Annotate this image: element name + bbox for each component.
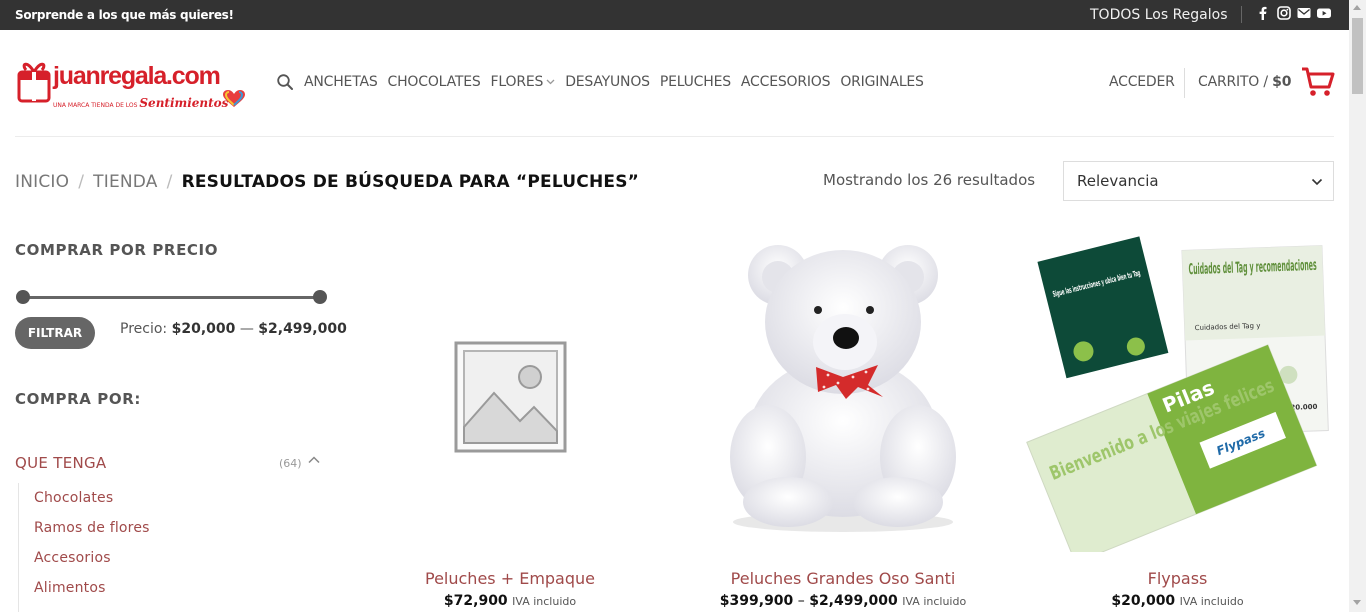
login-link[interactable]: ACCEDER — [1109, 74, 1175, 90]
instagram-icon[interactable] — [1277, 6, 1291, 20]
category-count: (64) — [279, 457, 302, 470]
gift-box-icon — [17, 62, 51, 103]
orderby-value: Relevancia — [1077, 172, 1159, 190]
cart-separator: / — [1263, 74, 1268, 90]
youtube-icon[interactable] — [1317, 6, 1331, 20]
cart-total: $0 — [1272, 74, 1292, 90]
price-prefix: Precio: — [120, 321, 168, 337]
product-name[interactable]: Peluches Grandes Oso Santi — [700, 569, 986, 588]
nav-item-anchetas[interactable]: ANCHETAS — [304, 74, 378, 90]
category-que-tenga[interactable]: QUE TENGA — [15, 454, 106, 472]
logo-tagline-prefix: UNA MARCA TIENDA DE LOS — [53, 102, 138, 109]
header-divider-line — [15, 136, 1334, 137]
scroll-up-arrow[interactable] — [1353, 5, 1361, 10]
cart-label: CARRITO — [1198, 74, 1260, 90]
search-icon[interactable] — [277, 74, 293, 90]
tax-note: IVA incluido — [512, 595, 577, 608]
price-filter-title: COMPRAR POR PRECIO — [15, 241, 219, 259]
price-max: $2,499,000 — [809, 593, 898, 609]
nav-item-originales[interactable]: ORIGINALES — [840, 74, 924, 90]
breadcrumb-divider: / — [78, 172, 85, 192]
teddy-bear-image[interactable] — [718, 237, 968, 537]
price-value: $399,900 — [719, 593, 794, 609]
chevron-down-icon — [1311, 178, 1323, 186]
price-slider-max-handle[interactable] — [313, 290, 327, 304]
price-value: $72,900 — [443, 593, 508, 609]
product-name[interactable]: Peluches + Empaque — [380, 569, 640, 588]
nav-item-chocolates[interactable]: CHOCOLATES — [388, 74, 481, 90]
category-accesorios[interactable]: Accesorios — [34, 550, 111, 566]
cart-link[interactable]: CARRITO / $0 — [1198, 74, 1291, 90]
chevron-down-icon — [546, 79, 555, 85]
breadcrumb-home[interactable]: INICIO — [15, 172, 69, 192]
result-count: Mostrando los 26 resultados — [823, 171, 1036, 189]
placeholder-image-icon[interactable] — [454, 341, 567, 453]
breadcrumb-current: RESULTADOS DE BÚSQUEDA PARA “PELUCHES” — [181, 172, 640, 192]
header-divider — [1184, 68, 1185, 98]
breadcrumb-divider: / — [166, 172, 173, 192]
main-nav: ANCHETAS CHOCOLATES FLORES DESAYUNOS PEL… — [304, 74, 934, 90]
nav-item-peluches[interactable]: PELUCHES — [660, 74, 731, 90]
site-logo[interactable]: juanregala.com UNA MARCA TIENDA DE LOS S… — [17, 58, 249, 114]
price-range-label: Precio: $20,000 — $2,499,000 — [120, 321, 347, 337]
logo-brand-text: juanregala.com — [53, 62, 221, 90]
buy-by-title: COMPRA POR: — [15, 390, 141, 408]
nav-item-accesorios[interactable]: ACCESORIOS — [741, 74, 831, 90]
flypass-image[interactable]: Cuidados del Tag y recomendaciones Cuida… — [1025, 236, 1330, 552]
logo-tagline: UNA MARCA TIENDA DE LOS Sentimientos — [53, 96, 228, 110]
price-min: $20,000 — [171, 321, 236, 337]
price-slider-track[interactable] — [22, 296, 320, 299]
nav-item-desayunos[interactable]: DESAYUNOS — [565, 74, 650, 90]
nav-item-flores[interactable]: FLORES — [491, 74, 556, 90]
promo-text: Sorprende a los que más quieres! — [15, 8, 234, 22]
page-scrollbar[interactable] — [1349, 0, 1366, 612]
chevron-up-icon[interactable] — [307, 453, 321, 467]
price-slider-min-handle[interactable] — [16, 290, 30, 304]
nav-item-flores-label: FLORES — [490, 74, 544, 90]
facebook-icon[interactable] — [1256, 6, 1270, 20]
category-tree-line — [18, 483, 19, 612]
category-alimentos[interactable]: Alimentos — [34, 580, 106, 596]
topbar-divider — [1241, 6, 1242, 23]
product-price: $72,900 IVA incluido — [380, 593, 640, 609]
rainbow-heart-icon — [223, 90, 245, 107]
breadcrumb-shop[interactable]: TIENDA — [93, 172, 157, 192]
logo-tagline-script: Sentimientos — [139, 96, 229, 110]
site-header: juanregala.com UNA MARCA TIENDA DE LOS S… — [0, 30, 1366, 137]
top-bar: Sorprende a los que más quieres! TODOS L… — [0, 0, 1366, 30]
category-ramos-de-flores[interactable]: Ramos de flores — [34, 520, 150, 536]
product-price: $399,900 – $2,499,000 IVA incluido — [700, 593, 986, 609]
scrollbar-thumb[interactable] — [1352, 18, 1363, 94]
shopping-cart-icon[interactable] — [1301, 66, 1335, 98]
price-dash: — — [239, 321, 254, 337]
price-dash: – — [797, 593, 805, 609]
filter-button[interactable]: FILTRAR — [15, 317, 95, 349]
all-gifts-link[interactable]: TODOS Los Regalos — [1090, 7, 1228, 23]
breadcrumb: INICIO / TIENDA / RESULTADOS DE BÚSQUEDA PAR… — [15, 172, 639, 192]
category-chocolates[interactable]: Chocolates — [34, 490, 113, 506]
price-value: $20,000 — [1111, 593, 1176, 609]
scroll-down-arrow[interactable] — [1353, 600, 1361, 605]
orderby-select[interactable]: Relevancia — [1063, 161, 1334, 201]
email-icon[interactable] — [1297, 6, 1311, 20]
tax-note: IVA incluido — [1179, 595, 1244, 608]
price-max: $2,499,000 — [258, 321, 347, 337]
product-name[interactable]: Flypass — [1040, 569, 1315, 588]
tax-note: IVA incluido — [902, 595, 967, 608]
product-price: $20,000 IVA incluido — [1040, 593, 1315, 609]
